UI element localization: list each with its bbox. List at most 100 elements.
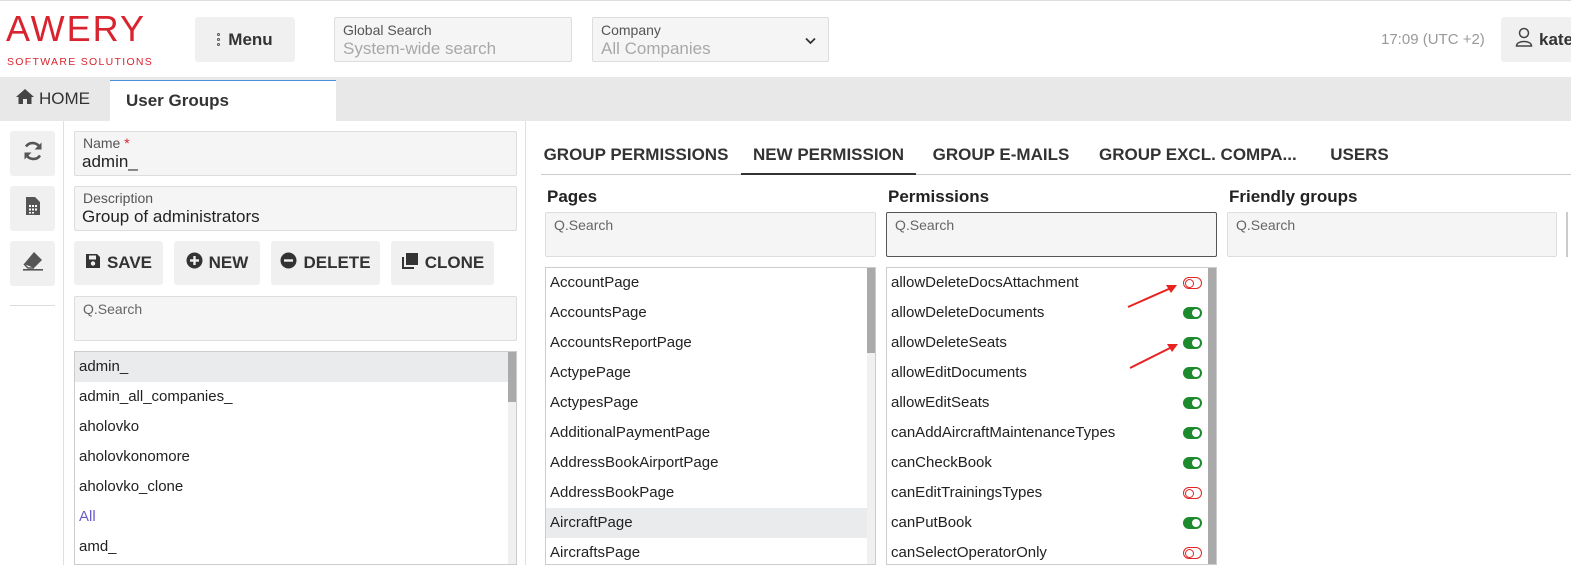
list-item[interactable]: aholovko [75,412,516,442]
tab-user-groups[interactable]: User Groups [110,80,336,121]
scrollbar-thumb[interactable] [1208,268,1216,564]
permission-toggle[interactable] [1183,427,1202,439]
group-list-scrollbar[interactable] [508,352,516,564]
copy-icon [401,252,419,275]
scrollbar-thumb[interactable] [867,268,875,353]
list-item[interactable]: admin_ [75,352,516,382]
new-button[interactable]: NEW [174,241,260,285]
plus-circle-icon [186,252,203,274]
user-name: kate [1539,29,1571,49]
list-item[interactable]: AccountPage [546,268,875,298]
logo-tagline: SOFTWARE SOLUTIONS [7,56,154,68]
permission-toggle[interactable] [1183,337,1202,349]
name-field[interactable]: Name * admin_ [74,131,517,176]
report-icon [25,196,41,221]
list-item[interactable]: AircraftsPage [546,538,875,564]
global-search-input[interactable]: Global Search System-wide search [334,17,572,62]
friendly-search-input[interactable]: Q.Search [1227,212,1557,257]
permission-toggle[interactable] [1183,457,1202,469]
pages-search-placeholder: Q.Search [554,217,614,233]
top-header: AWERY SOFTWARE SOLUTIONS Menu Global Sea… [0,0,1571,77]
list-item[interactable]: AddressBookAirportPage [546,448,875,478]
list-item[interactable]: All [75,502,516,532]
clone-button[interactable]: CLONE [391,241,494,285]
permission-toggle[interactable] [1183,367,1202,379]
refresh-icon [22,140,44,167]
more-vertical-icon [217,33,221,46]
save-icon [85,253,101,274]
tab-group-permissions[interactable]: GROUP PERMISSIONS [541,132,731,175]
pages-list: AccountPage AccountsPage AccountsReportP… [545,267,876,565]
tab-group-excl-companies[interactable]: GROUP EXCL. COMPA... [1099,132,1297,175]
global-search-label: Global Search [343,22,432,38]
permission-row: canEditTrainingsTypes [887,478,1216,508]
permission-name: canAddAircraftMaintenanceTypes [891,424,1116,441]
name-value: admin_ [82,152,138,171]
group-search-input[interactable]: Q.Search [74,296,517,341]
menu-label: Menu [228,29,273,49]
annotation-arrow-icon [1129,344,1178,369]
user-menu-button[interactable]: kate [1501,17,1571,62]
list-item[interactable]: AccountsReportPage [546,328,875,358]
pages-heading: Pages [547,187,598,206]
group-list: admin_ admin_all_companies_ aholovko aho… [74,351,517,565]
list-item[interactable]: AircraftPage [546,508,875,538]
permission-row: canSelectOperatorOnly [887,538,1216,564]
delete-button[interactable]: DELETE [271,241,380,285]
list-item[interactable]: ActypesPage [546,388,875,418]
description-field[interactable]: Description Group of administrators [74,186,517,231]
permission-toggle[interactable] [1183,487,1202,499]
clone-label: CLONE [424,253,485,272]
group-form: Name * admin_ Description Group of admin… [64,121,526,565]
permission-name: canCheckBook [891,454,992,471]
permission-name: canPutBook [891,514,972,531]
permissions-list-scrollbar[interactable] [1208,268,1216,564]
list-item[interactable]: ActypePage [546,358,875,388]
panel-edge [1566,212,1568,257]
tab-group-emails[interactable]: GROUP E-MAILS [931,132,1071,175]
permission-toggle[interactable] [1183,517,1202,529]
save-label: SAVE [106,253,153,272]
tab-new-permission[interactable]: NEW PERMISSION [741,132,916,175]
tab-users[interactable]: USERS [1326,132,1393,175]
permission-row: canAddAircraftMaintenanceTypes [887,418,1216,448]
group-search-placeholder: Q.Search [83,301,143,317]
list-item[interactable]: amd_ [75,532,516,562]
permission-toggle[interactable] [1183,397,1202,409]
user-icon [1515,27,1533,52]
description-label: Description [83,190,154,206]
permission-name: allowDeleteDocuments [891,304,1045,321]
clear-button[interactable] [10,241,55,286]
refresh-button[interactable] [10,131,55,176]
permission-tabs: GROUP PERMISSIONS NEW PERMISSION GROUP E… [541,132,1571,175]
list-item[interactable]: admin_all_companies_ [75,382,516,412]
tab-home-label: HOME [39,89,90,108]
company-select[interactable]: Company All Companies [592,17,829,62]
pages-list-scrollbar[interactable] [867,268,875,564]
permission-row: allowEditSeats [887,388,1216,418]
list-item[interactable]: AdditionalPaymentPage [546,418,875,448]
permissions-search-input[interactable]: Q.Search [886,212,1217,257]
scrollbar-thumb[interactable] [508,352,516,402]
permission-toggle[interactable] [1183,547,1202,559]
clock-display: 17:09 (UTC +2) [1381,31,1485,48]
name-label: Name * [83,135,130,151]
awery-logo[interactable]: AWERY SOFTWARE SOLUTIONS [6,11,166,69]
company-value: All Companies [601,39,711,58]
report-button[interactable] [10,186,55,231]
list-item[interactable]: aholovko_clone [75,472,516,502]
tab-strip: HOME User Groups [0,77,1571,121]
tab-home[interactable]: HOME [0,77,110,121]
friendly-search-placeholder: Q.Search [1236,217,1296,233]
menu-button[interactable]: Menu [195,17,295,62]
list-item[interactable]: AccountsPage [546,298,875,328]
permission-toggle[interactable] [1183,307,1202,319]
list-item[interactable]: aholovkonomore [75,442,516,472]
required-mark: * [124,135,130,151]
home-icon [15,88,35,110]
pages-search-input[interactable]: Q.Search [545,212,876,257]
save-button[interactable]: SAVE [74,241,163,285]
permission-toggle[interactable] [1183,277,1202,289]
list-item[interactable]: AddressBookPage [546,478,875,508]
friendly-groups-heading: Friendly groups [1229,187,1358,206]
